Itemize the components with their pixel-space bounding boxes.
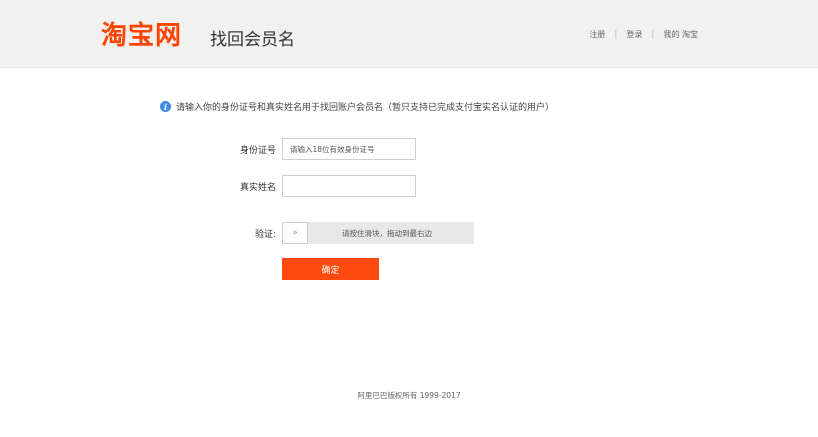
info-icon: i xyxy=(160,101,171,112)
id-number-label: 身份证号 xyxy=(239,145,276,156)
register-link[interactable]: 注册 xyxy=(589,29,605,40)
id-number-input[interactable] xyxy=(282,138,416,160)
notice-text: 请输入你的身份证号和真实姓名用于找回账户会员名（暂只支持已完成支付宝实名认证的用… xyxy=(176,103,555,113)
header: 淘宝网 找回会员名 注册 | 登录 | 我的 淘宝 xyxy=(0,0,818,68)
top-nav: 注册 | 登录 | 我的 淘宝 xyxy=(589,29,698,40)
verify-label: 验证: xyxy=(254,229,276,240)
my-taobao-link[interactable]: 我的 淘宝 xyxy=(663,29,698,40)
real-name-input[interactable] xyxy=(282,175,416,197)
notice: i 请输入你的身份证号和真实姓名用于找回账户会员名（暂只支持已完成支付宝实名认证… xyxy=(160,100,554,113)
verify-row: 验证: » 请按住滑块，拖动到最右边 xyxy=(226,222,474,244)
nav-separator: | xyxy=(651,29,655,40)
login-link[interactable]: 登录 xyxy=(626,29,642,40)
footer-copyright: 阿里巴巴版权所有 1999-2017 xyxy=(357,391,461,400)
real-name-row: 真实姓名 xyxy=(226,175,416,197)
nav-separator: | xyxy=(614,29,618,40)
submit-button[interactable]: 确定 xyxy=(282,258,379,280)
real-name-label: 真实姓名 xyxy=(239,182,276,193)
page: 淘宝网 找回会员名 注册 | 登录 | 我的 淘宝 i 请输入你的身份证号和真实… xyxy=(0,0,818,437)
id-number-row: 身份证号 xyxy=(226,138,416,160)
taobao-logo[interactable]: 淘宝网 xyxy=(101,15,182,52)
slider-captcha[interactable]: » 请按住滑块，拖动到最右边 xyxy=(282,222,474,244)
slider-handle[interactable]: » xyxy=(282,222,308,244)
slider-hint: 请按住滑块，拖动到最右边 xyxy=(342,228,432,238)
page-title: 找回会员名 xyxy=(210,30,295,50)
